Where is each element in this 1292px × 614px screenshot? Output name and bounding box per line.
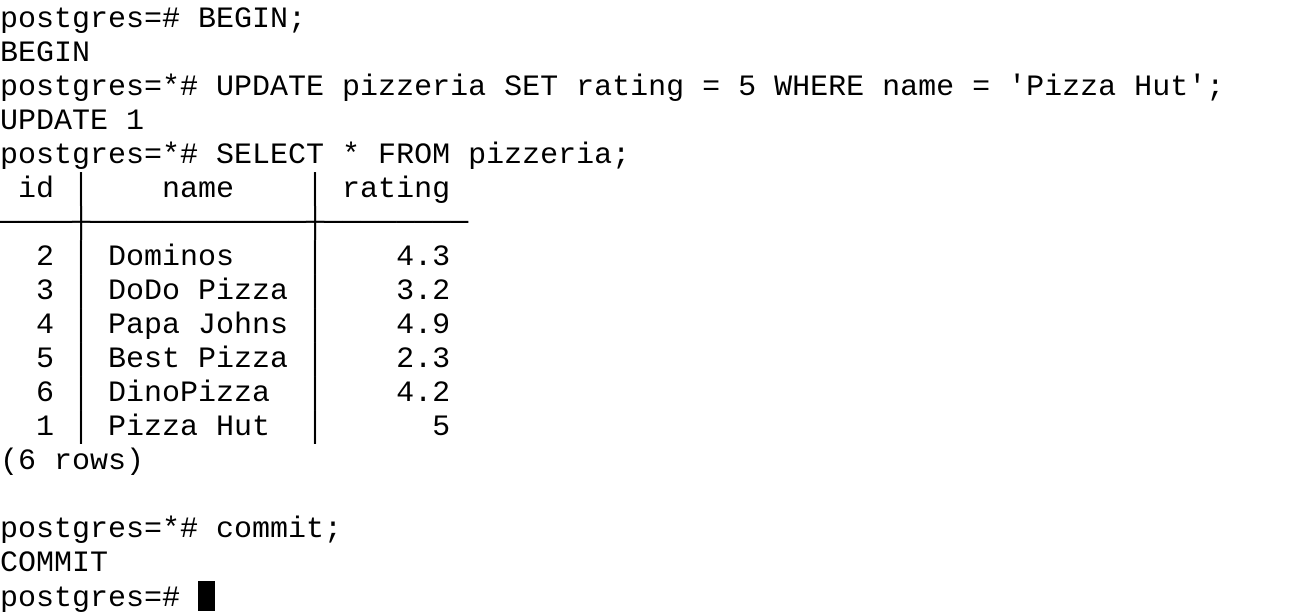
table-row: 6 │ DinoPizza │ 4.2 [0, 377, 451, 411]
terminal-line-select-command: postgres=*# SELECT * FROM pizzeria; [0, 139, 631, 173]
terminal-line-update-command: postgres=*# UPDATE pizzeria SET rating =… [0, 71, 1225, 105]
table-row: 2 │ Dominos │ 4.3 [0, 241, 451, 275]
terminal-output: postgres=# BEGIN; BEGIN postgres=*# UPDA… [0, 3, 1224, 614]
terminal-prompt-line[interactable]: postgres=# [0, 581, 1224, 614]
table-header: id │ name │ rating [0, 173, 451, 207]
table-row: 1 │ Pizza Hut │ 5 [0, 411, 451, 445]
terminal-line-commit-command: postgres=*# commit; [0, 513, 343, 547]
terminal-window[interactable]: postgres=# BEGIN; BEGIN postgres=*# UPDA… [0, 0, 1292, 614]
row-count: (6 rows) [0, 445, 145, 479]
terminal-prompt: postgres=# [0, 582, 199, 614]
terminal-line-begin-command: postgres=# BEGIN; [0, 3, 307, 37]
terminal-line-update-result: UPDATE 1 [0, 105, 145, 139]
terminal-line-begin-result: BEGIN [0, 37, 91, 71]
table-row: 5 │ Best Pizza │ 2.3 [0, 343, 451, 377]
table-separator: ────┼────────────┼──────── [0, 207, 469, 241]
blank-line [0, 479, 1224, 513]
terminal-line-commit-result: COMMIT [0, 547, 109, 581]
table-row: 3 │ DoDo Pizza │ 3.2 [0, 275, 451, 309]
table-row: 4 │ Papa Johns │ 4.9 [0, 309, 451, 343]
text-cursor [198, 581, 216, 611]
